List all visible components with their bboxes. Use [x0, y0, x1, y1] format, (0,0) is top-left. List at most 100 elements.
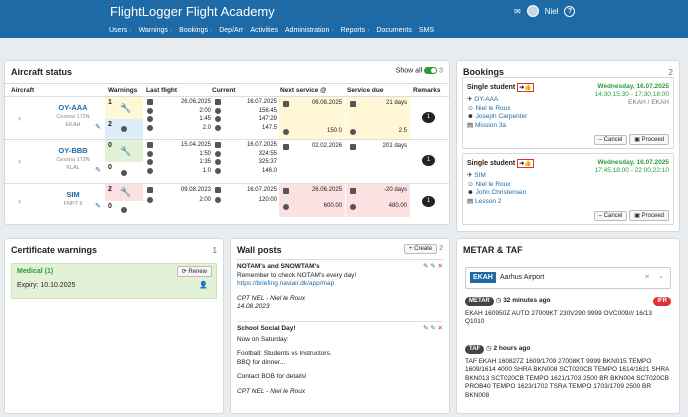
cert-count: 1: [212, 246, 217, 255]
cancel-button[interactable]: – Cancel: [593, 135, 628, 145]
warning-box-bottom: 2: [105, 119, 143, 139]
booking-student[interactable]: Niel le Roux: [475, 181, 510, 188]
bookings-title: Bookings: [463, 67, 505, 77]
warning-box-bottom: 0: [105, 162, 143, 183]
delete-icon[interactable]: ✕: [438, 325, 443, 332]
proceed-button[interactable]: ▣ Proceed: [629, 134, 669, 145]
clock-icon: [283, 204, 289, 210]
aircraft-name[interactable]: SIM: [43, 190, 103, 199]
cert-title: Certificate warnings: [11, 245, 98, 255]
chevron-right-icon[interactable]: ›: [18, 156, 21, 166]
user-area: ✉ Niel ?: [514, 5, 576, 17]
warning-count: 0: [108, 203, 112, 210]
post-actions: ✎ ✎ ✕: [423, 325, 443, 334]
current-value: 325:37: [258, 159, 277, 166]
booking-student[interactable]: Niel le Roux: [475, 105, 510, 112]
booking-instructor[interactable]: John Christensen: [476, 189, 527, 196]
booking-actions: – Cancel ▣ Proceed: [593, 134, 669, 145]
clock-icon: [215, 196, 221, 203]
app-title: FlightLogger Flight Academy: [110, 4, 275, 19]
nav-warnings[interactable]: Warnings ·: [139, 27, 173, 34]
toggle-switch[interactable]: [424, 67, 438, 74]
booking-instructor[interactable]: Joseph Carpenter: [476, 113, 528, 120]
wrench-icon: 🔧: [120, 103, 132, 113]
service-due-cell: 21 days 2.5: [346, 97, 410, 139]
clear-icon[interactable]: ✕: [644, 273, 650, 281]
chevron-down-icon[interactable]: ⌄: [658, 272, 664, 280]
pencil-icon[interactable]: ✎: [95, 123, 101, 131]
chevron-right-icon[interactable]: ›: [18, 196, 21, 206]
post-author: CPT NEL - Niel le Roux: [237, 387, 306, 395]
nav-administration[interactable]: Administration ·: [285, 27, 334, 34]
remark-bubble-icon[interactable]: 1: [422, 196, 435, 207]
pencil-icon[interactable]: ✎: [95, 166, 101, 174]
clock-icon: [283, 129, 289, 135]
warning-count: 1: [108, 99, 112, 106]
top-bar: FlightLogger Flight Academy ✉ Niel ? Use…: [0, 0, 688, 38]
pencil-icon[interactable]: ✎: [95, 202, 101, 210]
warning-count: 0: [108, 164, 112, 171]
thumbs-up-icon[interactable]: ➜👍: [517, 159, 534, 168]
warning-count: 2: [108, 121, 112, 128]
nav-users[interactable]: Users ·: [109, 27, 132, 34]
aircraft-name[interactable]: OY-AAA: [43, 103, 103, 112]
proceed-label: Proceed: [641, 213, 664, 219]
post-line: BBQ for dinner...: [237, 358, 286, 366]
warning-box-bottom: 0: [105, 201, 143, 217]
next-service-cell: 06.08.2025 150.0: [279, 97, 345, 139]
booking-card[interactable]: Single student ➜👍 Wednesday, 16.07.2025 …: [462, 77, 674, 149]
remark-bubble-icon[interactable]: 1: [422, 155, 435, 166]
cert-item[interactable]: Medical (1) ⟳ Renew Expiry: 10.10.2025 👤: [11, 263, 217, 299]
pencil-icon[interactable]: ✎: [430, 325, 435, 332]
instructor-icon: ☻: [467, 113, 474, 120]
booking-lesson[interactable]: Mission 3a: [475, 122, 506, 129]
nav-reports[interactable]: Reports ·: [341, 27, 370, 34]
post-title: School Social Day!: [237, 325, 296, 332]
service-due-days: -20 days: [383, 187, 407, 193]
aircraft-name[interactable]: OY-BBB: [43, 146, 103, 155]
booking-card[interactable]: Single student ➜👍 Wednesday, 16.07.2025 …: [462, 153, 674, 225]
cancel-button[interactable]: – Cancel: [593, 211, 628, 221]
post-link[interactable]: https://briefing.naviair.dk/app/map: [237, 280, 443, 289]
proceed-button[interactable]: ▣ Proceed: [629, 210, 669, 221]
nav-dep-arr[interactable]: Dep/Arr: [219, 27, 243, 34]
create-button[interactable]: + Create: [403, 244, 438, 254]
col-aircraft: Aircraft: [11, 87, 35, 94]
nav-activities[interactable]: Activities: [250, 27, 278, 34]
clock-icon: [350, 204, 356, 210]
thumbs-up-icon[interactable]: ➜👍: [517, 83, 534, 92]
nav-sms[interactable]: SMS: [419, 27, 434, 34]
calendar-icon: [283, 188, 289, 194]
last-flight-value: 1.0: [202, 167, 211, 174]
calendar-icon: [350, 144, 356, 150]
booking-aircraft[interactable]: OY-AAA: [474, 96, 498, 103]
nav-bookings[interactable]: Bookings ·: [179, 27, 212, 34]
renew-button[interactable]: ⟳ Renew: [176, 266, 212, 277]
warning-box-top: 2 🔧: [105, 184, 143, 201]
pencil-icon[interactable]: ✎: [430, 263, 435, 270]
user-name[interactable]: Niel: [545, 7, 559, 16]
airport-select[interactable]: EKAH Aarhus Airport ✕ ⌄: [465, 267, 671, 289]
pin-icon[interactable]: ✎: [423, 325, 428, 332]
avatar[interactable]: [526, 5, 539, 17]
post-author: CPT NEL - Niel le Roux: [237, 294, 306, 302]
show-all-toggle[interactable]: Show all 3: [396, 67, 443, 74]
delete-icon[interactable]: ✕: [438, 263, 443, 270]
col-next-service: Next service @: [280, 87, 327, 94]
mail-icon[interactable]: ✉: [514, 7, 521, 16]
booking-type-label: Single student: [467, 84, 516, 91]
remark-bubble-icon[interactable]: 1: [422, 112, 435, 123]
booking-details: ✈ OY-AAA ☺ Niel le Roux ☻ Joseph Carpent…: [467, 96, 527, 130]
help-icon[interactable]: ?: [564, 5, 576, 17]
student-icon: ☺: [467, 104, 474, 112]
pin-icon[interactable]: ✎: [423, 263, 428, 270]
calendar-icon: [283, 144, 289, 150]
calendar-icon: [215, 142, 221, 148]
nav-documents[interactable]: Documents: [376, 27, 411, 34]
clock-icon: [147, 167, 153, 174]
taf-age: 2 hours ago: [493, 345, 531, 352]
gear-icon: [121, 126, 127, 132]
chevron-right-icon[interactable]: ›: [18, 113, 21, 123]
booking-lesson[interactable]: Lesson 2: [475, 198, 501, 205]
booking-aircraft[interactable]: SIM: [474, 172, 486, 179]
